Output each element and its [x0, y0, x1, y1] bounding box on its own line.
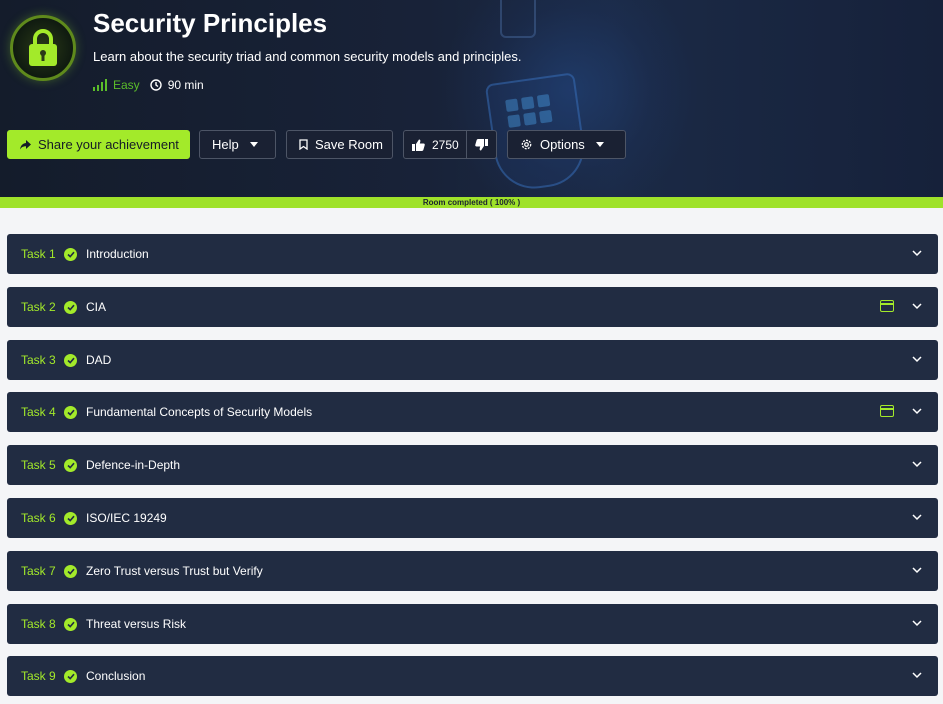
browser-window-icon	[880, 405, 894, 417]
chevron-down-icon[interactable]	[912, 671, 922, 679]
task-row[interactable]: Task 6 ISO/IEC 19249	[7, 498, 938, 538]
browser-window-icon	[880, 300, 894, 312]
chevron-down-icon[interactable]	[912, 355, 922, 363]
task-row[interactable]: Task 1 Introduction	[7, 234, 938, 274]
task-number: Task 9	[21, 669, 56, 683]
task-number: Task 5	[21, 458, 56, 472]
check-circle-icon	[64, 405, 77, 419]
task-title: ISO/IEC 19249	[86, 511, 167, 525]
task-number: Task 3	[21, 353, 56, 367]
task-number: Task 1	[21, 247, 56, 261]
task-row[interactable]: Task 7 Zero Trust versus Trust but Verify	[7, 551, 938, 591]
task-row[interactable]: Task 8 Threat versus Risk	[7, 604, 938, 644]
task-row[interactable]: Task 5 Defence-in-Depth	[7, 445, 938, 485]
task-number: Task 7	[21, 564, 56, 578]
share-achievement-button[interactable]: Share your achievement	[7, 130, 190, 159]
thumbs-down-icon	[475, 138, 488, 150]
help-button-label: Help	[212, 137, 239, 152]
bookmark-icon	[299, 139, 308, 150]
task-number: Task 8	[21, 617, 56, 631]
options-dropdown-button[interactable]: Options	[507, 130, 626, 159]
like-button[interactable]: 2750	[404, 131, 467, 158]
task-title: DAD	[86, 353, 112, 367]
chevron-down-icon[interactable]	[912, 566, 922, 574]
signal-bars-icon	[93, 79, 107, 91]
check-circle-icon	[64, 564, 77, 578]
task-title: Introduction	[86, 247, 149, 261]
dislike-button[interactable]	[467, 131, 496, 158]
room-description: Learn about the security triad and commo…	[93, 49, 522, 64]
room-meta: Easy 90 min	[93, 78, 204, 92]
thumbs-up-icon	[412, 139, 425, 151]
save-room-button[interactable]: Save Room	[286, 130, 393, 159]
duration-label: 90 min	[167, 78, 204, 92]
task-title: Defence-in-Depth	[86, 458, 181, 472]
help-dropdown-button[interactable]: Help	[199, 130, 276, 159]
check-circle-icon	[64, 669, 77, 683]
clock-icon	[149, 79, 162, 91]
gear-icon	[521, 139, 532, 150]
check-circle-icon	[64, 458, 77, 472]
difficulty-label: Easy	[113, 78, 140, 92]
task-row[interactable]: Task 9 Conclusion	[7, 656, 938, 696]
check-circle-icon	[64, 247, 77, 261]
header-background-key-graphic	[500, 0, 536, 38]
task-title: Fundamental Concepts of Security Models	[86, 405, 313, 419]
vote-control: 2750	[403, 130, 497, 159]
chevron-down-icon[interactable]	[912, 407, 922, 415]
like-count: 2750	[432, 137, 459, 152]
task-number: Task 6	[21, 511, 56, 525]
task-number: Task 4	[21, 405, 56, 419]
chevron-down-icon[interactable]	[912, 249, 922, 257]
caret-down-icon	[249, 142, 258, 147]
room-padlock-icon	[10, 15, 76, 81]
task-row[interactable]: Task 4 Fundamental Concepts of Security M…	[7, 392, 938, 432]
task-row[interactable]: Task 2 CIA	[7, 287, 938, 327]
task-title: Zero Trust versus Trust but Verify	[86, 564, 263, 578]
room-progress-label: Room completed ( 100% )	[422, 198, 521, 207]
chevron-down-icon[interactable]	[912, 619, 922, 627]
task-row[interactable]: Task 3 DAD	[7, 340, 938, 380]
share-arrow-icon	[20, 139, 31, 149]
check-circle-icon	[64, 300, 77, 314]
task-title: Conclusion	[86, 669, 146, 683]
save-room-label: Save Room	[315, 137, 383, 152]
caret-down-icon	[595, 142, 604, 147]
room-progress-bar: Room completed ( 100% )	[0, 197, 943, 208]
task-title: CIA	[86, 300, 107, 314]
chevron-down-icon[interactable]	[912, 460, 922, 468]
task-number: Task 2	[21, 300, 56, 314]
options-button-label: Options	[540, 137, 585, 152]
room-title: Security Principles	[93, 8, 328, 38]
chevron-down-icon[interactable]	[912, 302, 922, 310]
share-button-label: Share your achievement	[38, 137, 179, 152]
room-header: Security Principles Learn about the secu…	[0, 0, 943, 197]
check-circle-icon	[64, 617, 77, 631]
task-title: Threat versus Risk	[86, 617, 187, 631]
check-circle-icon	[64, 353, 77, 367]
chevron-down-icon[interactable]	[912, 513, 922, 521]
check-circle-icon	[64, 511, 77, 525]
